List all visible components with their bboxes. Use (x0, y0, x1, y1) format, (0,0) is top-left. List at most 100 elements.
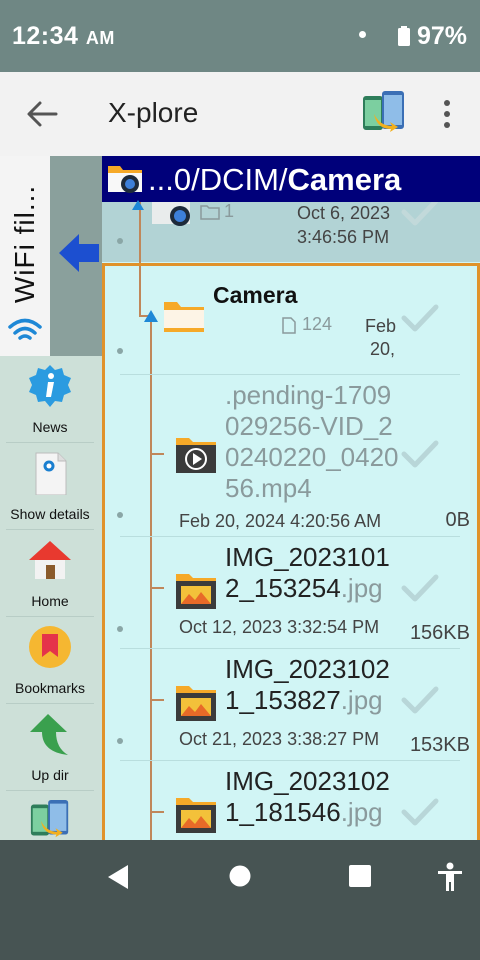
file-name-line: IMG_2023101 (225, 542, 390, 572)
document-icon (35, 452, 67, 495)
app-bar: X-plore (0, 72, 480, 156)
check-icon[interactable] (400, 686, 440, 716)
nav-back-icon[interactable] (106, 864, 130, 890)
sidebar-item-news[interactable]: News (0, 358, 100, 444)
back-arrow-icon[interactable] (26, 100, 58, 128)
video-file-icon (176, 438, 216, 473)
file-row[interactable]: .pending-1709 029256-VID_2 0240220_0420 … (102, 376, 480, 536)
file-name: IMG_2023102 1_153827.jpg (225, 654, 390, 716)
file-size: 153KB (409, 734, 470, 756)
file-name-line: IMG_2023102 (225, 654, 390, 684)
row-divider (120, 374, 460, 375)
file-name-line: 2_153254 (225, 573, 341, 603)
file-size: 156KB (409, 622, 470, 644)
parent-folder-row[interactable]: 1 Oct 6, 2023 3:46:56 PM (102, 198, 480, 262)
path-prefix: ...0/DCIM/ (148, 162, 288, 197)
camera-folder-icon (108, 166, 142, 193)
file-extension: .jpg (340, 573, 383, 603)
app-title: X-plore (108, 97, 199, 128)
sidebar-item-label: Show details (10, 506, 90, 522)
nav-recents-icon[interactable] (349, 865, 371, 887)
status-bar: 12:34 AM 97% (0, 0, 480, 72)
nav-home-icon[interactable] (229, 865, 251, 887)
status-time: 12:34 AM (12, 22, 115, 51)
path-current: Camera (287, 162, 402, 197)
check-icon[interactable] (400, 440, 440, 470)
row-divider (120, 536, 460, 537)
sidebar-item-home[interactable]: Home (0, 532, 100, 618)
system-nav-bar (0, 840, 480, 960)
parent-folder-time: 3:46:56 PM (297, 227, 390, 247)
check-icon[interactable] (400, 798, 440, 828)
left-arrow-icon[interactable] (57, 232, 101, 274)
wifi-icon (8, 318, 42, 340)
status-time-value: 12:34 (12, 22, 79, 50)
current-folder-count: 124 (302, 314, 333, 334)
file-name: IMG_2023101 2_153254.jpg (225, 542, 390, 604)
file-name-line: 029256-VID_2 (225, 411, 393, 441)
sidebar-divider (6, 703, 94, 704)
path-bar[interactable]: ...0/DCIM/Camera (102, 156, 480, 202)
current-folder-row[interactable]: Camera 124 Feb 20, (102, 266, 480, 374)
file-name-line: 0240220_0420 (225, 442, 399, 472)
sidebar-item-show-details[interactable]: Show details (0, 445, 100, 531)
file-row[interactable]: IMG_2023102 1_181546.jpg (102, 762, 480, 840)
row-dot (117, 738, 123, 744)
wifi-share-icon[interactable] (30, 799, 70, 840)
current-folder-date: Feb (365, 316, 397, 336)
folder-outline-icon (200, 205, 220, 220)
file-row[interactable]: IMG_2023102 1_153827.jpg Oct 21, 2023 3:… (102, 650, 480, 760)
file-name-line: 1_153827 (225, 685, 341, 715)
sidebar-item-label: Home (31, 593, 69, 609)
check-icon[interactable] (400, 304, 440, 334)
file-list-pane: 1 Oct 6, 2023 3:46:56 PM ...0/DCIM/Camer… (102, 156, 480, 840)
sidebar-item-label: Bookmarks (14, 680, 86, 696)
sidebar-divider (6, 616, 94, 617)
path-text: ...0/DCIM/Camera (148, 162, 401, 198)
file-name-line: .pending-1709 (225, 380, 392, 410)
row-dot (117, 238, 123, 244)
image-file-icon (176, 574, 216, 609)
sidebar-item-label: News (32, 419, 68, 435)
home-icon (29, 541, 71, 579)
row-dot (117, 348, 123, 354)
file-date: Feb 20, 2024 4:20:56 AM (179, 511, 382, 531)
image-file-icon (176, 686, 216, 721)
notification-dot-icon (359, 31, 366, 38)
wifi-share-icon[interactable] (362, 90, 406, 136)
parent-folder-count: 1 (224, 201, 235, 221)
battery-percent: 97% (417, 22, 468, 50)
file-date: Oct 21, 2023 3:38:27 PM (179, 729, 380, 749)
file-date: Oct 12, 2023 3:32:54 PM (179, 617, 380, 637)
sidebar-divider (6, 790, 94, 791)
file-name-line: IMG_2023102 (225, 766, 390, 796)
file-name: IMG_2023102 1_181546.jpg (225, 766, 390, 828)
sidebar-item-up-dir[interactable]: Up dir (0, 706, 100, 792)
file-name: .pending-1709 029256-VID_2 0240220_0420 … (225, 380, 399, 504)
overflow-menu-icon[interactable] (440, 98, 454, 130)
camera-folder-icon (152, 202, 190, 226)
sidebar: WiFi fil... News Show details Home Bookm… (0, 156, 102, 840)
sidebar-divider (6, 442, 94, 443)
image-file-icon (176, 798, 216, 833)
check-icon[interactable] (400, 198, 440, 228)
wifi-file-sharing-tab[interactable]: WiFi fil... (0, 156, 50, 356)
check-icon[interactable] (400, 574, 440, 604)
folder-icon (164, 302, 204, 332)
row-dot (117, 626, 123, 632)
row-divider (120, 760, 460, 761)
bookmark-icon (29, 626, 71, 668)
file-extension: .jpg (340, 685, 383, 715)
wifi-tab-label: WiFi fil... (9, 184, 40, 304)
file-row[interactable]: IMG_2023101 2_153254.jpg Oct 12, 2023 3:… (102, 538, 480, 648)
current-folder-name: Camera (213, 282, 298, 308)
sidebar-divider (6, 529, 94, 530)
sidebar-item-label: Up dir (31, 767, 69, 783)
up-arrow-icon (30, 714, 68, 755)
file-name-line: 56.mp4 (225, 473, 312, 503)
file-count-icon (282, 317, 296, 334)
sidebar-item-bookmarks[interactable]: Bookmarks (0, 619, 100, 705)
accessibility-icon[interactable] (437, 862, 463, 892)
parent-folder-date: Oct 6, 2023 (297, 203, 391, 223)
battery-icon (398, 26, 410, 46)
